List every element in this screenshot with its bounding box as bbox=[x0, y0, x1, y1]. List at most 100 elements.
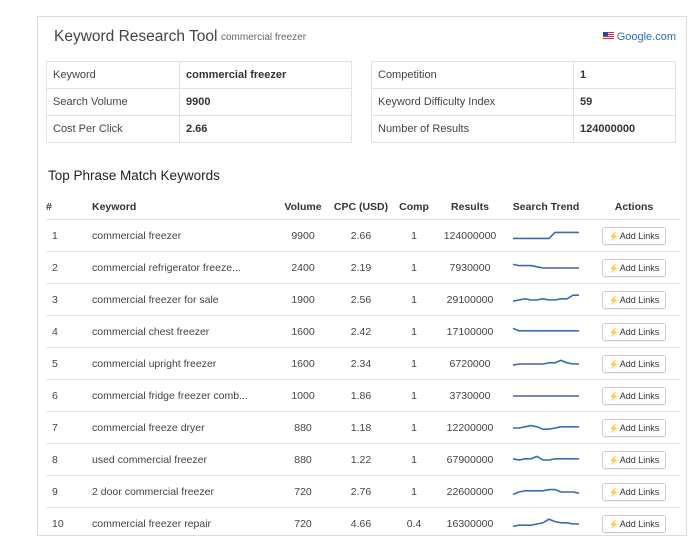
row-keyword: 2 door commercial freezer bbox=[92, 475, 276, 508]
row-trend bbox=[504, 507, 588, 539]
table-row: 4 commercial chest freezer 1600 2.42 1 171000… bbox=[46, 315, 680, 348]
stat-label: Keyword bbox=[46, 61, 180, 89]
row-actions: ⚡Add Links bbox=[588, 219, 680, 252]
add-links-button[interactable]: ⚡Add Links bbox=[601, 418, 667, 437]
row-keyword: commercial freezer for sale bbox=[92, 283, 276, 316]
source-link[interactable]: Google.com bbox=[602, 31, 676, 43]
col-header-volume: Volume bbox=[276, 194, 330, 220]
row-trend bbox=[504, 475, 588, 508]
stat-value: 2.66 bbox=[179, 115, 352, 143]
bolt-icon: ⚡ bbox=[608, 263, 619, 273]
row-comp: 1 bbox=[392, 443, 436, 476]
row-results: 16300000 bbox=[436, 507, 504, 539]
add-links-label: Add Links bbox=[619, 486, 660, 497]
row-trend bbox=[504, 347, 588, 380]
phrase-match-table: # Keyword Volume CPC (USD) Comp Results … bbox=[46, 194, 680, 539]
row-volume: 880 bbox=[276, 411, 330, 444]
row-index: 6 bbox=[46, 379, 92, 412]
trend-line bbox=[513, 231, 579, 239]
add-links-button[interactable]: ⚡Add Links bbox=[601, 450, 667, 469]
add-links-button[interactable]: ⚡Add Links bbox=[601, 386, 667, 405]
row-volume: 720 bbox=[276, 507, 330, 539]
stats-row-search-volume: Search Volume 9900 bbox=[46, 88, 352, 116]
add-links-label: Add Links bbox=[619, 294, 660, 305]
table-row: 5 commercial upright freezer 1600 2.34 1 6720… bbox=[46, 347, 680, 380]
row-comp: 0.4 bbox=[392, 507, 436, 539]
table-row: 8 used commercial freezer 880 1.22 1 67900000… bbox=[46, 443, 680, 476]
row-comp: 1 bbox=[392, 251, 436, 284]
competition-stats-table: Competition 1 Keyword Difficulty Index 5… bbox=[371, 61, 676, 143]
trend-sparkline bbox=[512, 455, 579, 461]
row-actions: ⚡Add Links bbox=[588, 443, 680, 476]
row-results: 6720000 bbox=[436, 347, 504, 380]
row-comp: 1 bbox=[392, 315, 436, 348]
stat-label: Number of Results bbox=[371, 115, 574, 143]
row-keyword: commercial freeze dryer bbox=[92, 411, 276, 444]
row-results: 67900000 bbox=[436, 443, 504, 476]
row-volume: 9900 bbox=[276, 219, 330, 252]
table-row: 2 commercial refrigerator freeze... 2400 2.… bbox=[46, 251, 680, 284]
bolt-icon: ⚡ bbox=[608, 423, 619, 433]
add-links-button[interactable]: ⚡Add Links bbox=[601, 290, 667, 309]
row-keyword: commercial refrigerator freeze... bbox=[92, 251, 276, 284]
row-trend bbox=[504, 411, 588, 444]
row-trend bbox=[504, 379, 588, 412]
stat-value: 1 bbox=[573, 61, 676, 89]
add-links-button[interactable]: ⚡Add Links bbox=[601, 258, 667, 277]
row-index: 4 bbox=[46, 315, 92, 348]
stat-value: 59 bbox=[573, 88, 676, 116]
col-header-actions: Actions bbox=[588, 194, 680, 220]
row-index: 9 bbox=[46, 475, 92, 508]
row-keyword: commercial freezer bbox=[92, 219, 276, 252]
row-cpc: 2.66 bbox=[330, 219, 392, 252]
bolt-icon: ⚡ bbox=[608, 455, 619, 465]
add-links-button[interactable]: ⚡Add Links bbox=[601, 322, 667, 341]
row-keyword: commercial upright freezer bbox=[92, 347, 276, 380]
row-volume: 1600 bbox=[276, 347, 330, 380]
trend-line bbox=[512, 455, 579, 461]
row-actions: ⚡Add Links bbox=[588, 379, 680, 412]
stats-row-difficulty: Keyword Difficulty Index 59 bbox=[371, 88, 676, 116]
bolt-icon: ⚡ bbox=[608, 487, 619, 497]
row-index: 7 bbox=[46, 411, 92, 444]
row-volume: 720 bbox=[276, 475, 330, 508]
trend-sparkline bbox=[513, 424, 579, 430]
add-links-button[interactable]: ⚡Add Links bbox=[601, 354, 667, 373]
row-comp: 1 bbox=[392, 475, 436, 508]
keyword-stats-table: Keyword commercial freezer Search Volume… bbox=[46, 61, 352, 143]
stat-value: commercial freezer bbox=[179, 61, 352, 89]
row-volume: 2400 bbox=[276, 251, 330, 284]
row-cpc: 4.66 bbox=[330, 507, 392, 539]
page-title: Keyword Research Tool bbox=[54, 28, 218, 45]
row-cpc: 1.18 bbox=[330, 411, 392, 444]
row-cpc: 1.86 bbox=[330, 379, 392, 412]
add-links-label: Add Links bbox=[619, 518, 660, 529]
stats-row-keyword: Keyword commercial freezer bbox=[46, 61, 352, 89]
add-links-label: Add Links bbox=[619, 422, 660, 433]
col-header-index: # bbox=[46, 194, 92, 220]
add-links-label: Add Links bbox=[619, 262, 660, 273]
trend-sparkline bbox=[512, 327, 579, 332]
add-links-button[interactable]: ⚡Add Links bbox=[601, 514, 667, 533]
trend-line bbox=[512, 293, 579, 302]
trend-sparkline bbox=[513, 231, 579, 239]
stat-value: 124000000 bbox=[573, 115, 676, 143]
row-actions: ⚡Add Links bbox=[588, 315, 680, 348]
trend-sparkline bbox=[512, 517, 579, 527]
source-label: Google.com bbox=[616, 31, 676, 43]
row-index: 10 bbox=[46, 507, 92, 539]
row-results: 29100000 bbox=[436, 283, 504, 316]
trend-sparkline bbox=[512, 488, 580, 495]
add-links-button[interactable]: ⚡Add Links bbox=[601, 482, 667, 501]
row-actions: ⚡Add Links bbox=[588, 347, 680, 380]
table-row: 1 commercial freezer 9900 2.66 1 124000000 ⚡Ad… bbox=[46, 219, 680, 252]
row-actions: ⚡Add Links bbox=[588, 411, 680, 444]
row-trend bbox=[504, 219, 588, 252]
stats-row-competition: Competition 1 bbox=[371, 61, 676, 89]
row-actions: ⚡Add Links bbox=[588, 283, 680, 316]
trend-line bbox=[512, 327, 579, 332]
add-links-button[interactable]: ⚡Add Links bbox=[601, 226, 667, 245]
bolt-icon: ⚡ bbox=[608, 359, 619, 369]
row-volume: 1000 bbox=[276, 379, 330, 412]
row-keyword: used commercial freezer bbox=[92, 443, 276, 476]
